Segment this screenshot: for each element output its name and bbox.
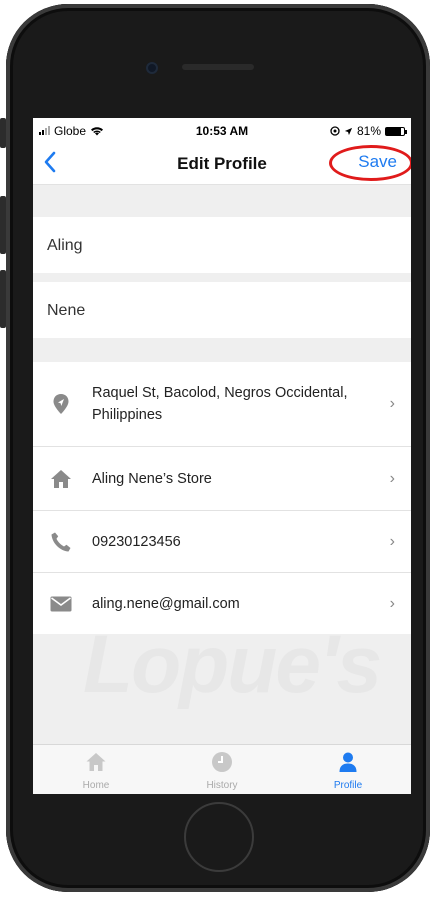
- phone-icon: [49, 530, 73, 554]
- save-button[interactable]: Save: [352, 152, 403, 172]
- last-name-field[interactable]: Nene: [33, 282, 411, 338]
- tab-history-label: History: [206, 780, 238, 791]
- tab-profile[interactable]: Profile: [285, 745, 411, 794]
- lock-rotation-icon: [330, 126, 340, 136]
- chevron-right-icon: ›: [389, 532, 395, 550]
- home-button[interactable]: [184, 802, 254, 872]
- address-text: Raquel St, Bacolod, Negros Occidental, P…: [92, 385, 348, 423]
- volume-down-button: [0, 270, 6, 328]
- earpiece-speaker: [182, 64, 254, 70]
- volume-up-button: [0, 196, 6, 254]
- last-name-value: Nene: [47, 302, 86, 319]
- battery-icon: [385, 126, 407, 136]
- tab-home-label: Home: [82, 780, 110, 791]
- clock-icon: [212, 752, 232, 772]
- contact-details-list: Raquel St, Bacolod, Negros Occidental, P…: [33, 362, 411, 634]
- list-item-address[interactable]: Raquel St, Bacolod, Negros Occidental, P…: [33, 362, 411, 446]
- chevron-right-icon: ›: [389, 594, 395, 612]
- tab-history[interactable]: History: [159, 745, 285, 794]
- mute-switch: [0, 118, 6, 148]
- profile-icon: [339, 752, 357, 772]
- navigation-bar: Edit Profile Save: [33, 142, 411, 185]
- tab-bar: Home History Profile: [33, 744, 411, 794]
- battery-percent: 81%: [356, 124, 381, 138]
- list-item-store[interactable]: Aling Nene’s Store ›: [33, 446, 411, 510]
- first-name-field[interactable]: Aling: [33, 217, 411, 273]
- email-text: aling.nene@gmail.com: [92, 595, 240, 612]
- tab-home[interactable]: Home: [33, 745, 159, 794]
- email-icon: [49, 592, 73, 616]
- first-name-value: Aling: [47, 237, 83, 254]
- front-camera: [146, 62, 158, 74]
- tab-profile-label: Profile: [333, 780, 363, 791]
- status-bar: Globe 10:53 AM 81%: [33, 118, 411, 142]
- store-icon: [49, 467, 73, 491]
- list-item-phone[interactable]: 09230123456 ›: [33, 510, 411, 572]
- brand-watermark: Lopue's: [83, 619, 382, 710]
- location-pin-icon: [49, 392, 73, 416]
- chevron-right-icon: ›: [389, 469, 395, 487]
- screen: Globe 10:53 AM 81% Edit Profile Save Ali…: [33, 118, 411, 794]
- location-arrow-icon: [344, 127, 353, 135]
- home-icon: [86, 753, 106, 771]
- chevron-right-icon: ›: [389, 395, 395, 412]
- phone-number-text: 09230123456: [92, 533, 181, 550]
- store-name-text: Aling Nene’s Store: [92, 470, 212, 487]
